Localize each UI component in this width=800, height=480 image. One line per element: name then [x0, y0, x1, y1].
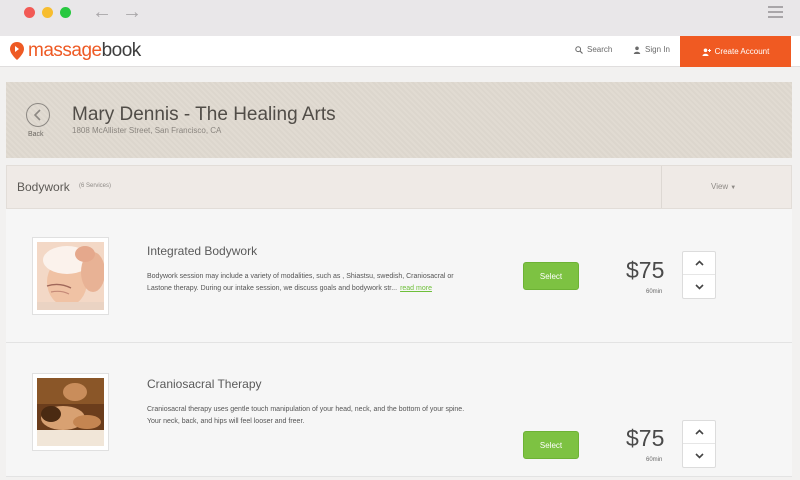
divider [661, 166, 662, 208]
service-thumbnail [32, 373, 109, 451]
decrease-duration-button[interactable] [683, 444, 715, 467]
window-close-button[interactable] [24, 7, 35, 18]
massagebook-logo[interactable]: massage book [10, 40, 141, 62]
chevron-up-icon [694, 429, 704, 435]
add-user-icon [702, 48, 711, 56]
service-price: $75 [626, 257, 665, 283]
search-label: Search [587, 45, 613, 54]
chevron-up-icon [694, 260, 704, 266]
provider-hero-banner: Back Mary Dennis - The Healing Arts 1808… [6, 82, 792, 158]
service-thumbnail [32, 237, 109, 315]
select-service-button[interactable]: Select [523, 262, 579, 290]
duration-stepper[interactable] [682, 420, 716, 468]
craniosacral-image [37, 378, 104, 446]
service-price: $75 [626, 425, 665, 451]
chevron-left-icon [33, 109, 41, 121]
service-count: (6 Services) [79, 183, 112, 189]
app-viewport: massage book Search Sign In Create Accou… [0, 36, 800, 480]
service-description: Craniosacral therapy uses gentle touch m… [147, 406, 465, 425]
logo-text-secondary: book [101, 40, 142, 61]
service-card: Craniosacral Therapy Craniosacral therap… [6, 343, 792, 477]
create-account-button[interactable]: Create Account [680, 36, 791, 67]
top-navigation-bar: massage book Search Sign In Create Accou… [0, 36, 800, 67]
services-section-header: Bodywork (6 Services) View ▼ [6, 165, 792, 209]
service-card: Integrated Bodywork Bodywork session may… [6, 209, 792, 343]
service-duration: 60min [646, 457, 663, 463]
sign-in-link[interactable]: Sign In [633, 45, 670, 54]
logo-text-primary: massage [28, 40, 102, 61]
chevron-down-icon [694, 452, 704, 459]
chevron-down-icon [694, 283, 704, 290]
user-icon [633, 46, 641, 54]
select-service-button[interactable]: Select [523, 431, 579, 459]
service-name: Integrated Bodywork [147, 244, 258, 258]
section-title: Bodywork [17, 180, 70, 194]
sign-in-label: Sign In [645, 45, 670, 54]
back-button[interactable] [26, 103, 50, 127]
back-label: Back [28, 131, 44, 138]
window-maximize-button[interactable] [60, 7, 71, 18]
decrease-duration-button[interactable] [683, 275, 715, 298]
increase-duration-button[interactable] [683, 252, 715, 275]
view-label: View [711, 182, 729, 191]
location-pin-icon [10, 42, 24, 60]
service-duration: 60min [646, 289, 663, 295]
provider-address: 1808 McAllister Street, San Francisco, C… [72, 126, 222, 135]
view-dropdown[interactable]: View ▼ [711, 182, 736, 191]
increase-duration-button[interactable] [683, 421, 715, 444]
search-link[interactable]: Search [575, 45, 612, 54]
window-minimize-button[interactable] [42, 7, 53, 18]
caret-down-icon: ▼ [730, 185, 737, 191]
window-chrome: ← → [0, 0, 800, 36]
duration-stepper[interactable] [682, 251, 716, 299]
provider-title: Mary Dennis - The Healing Arts [72, 104, 336, 125]
search-icon [575, 45, 583, 54]
arrow-left-icon[interactable]: ← [92, 1, 112, 23]
arrow-right-icon[interactable]: → [122, 1, 142, 23]
massage-face-image [37, 242, 105, 310]
create-account-label: Create Account [714, 47, 770, 56]
service-description: Bodywork session may include a variety o… [147, 271, 467, 294]
service-name: Craniosacral Therapy [147, 377, 262, 391]
hamburger-icon[interactable] [768, 6, 783, 18]
read-more-link[interactable]: read more [400, 285, 432, 292]
